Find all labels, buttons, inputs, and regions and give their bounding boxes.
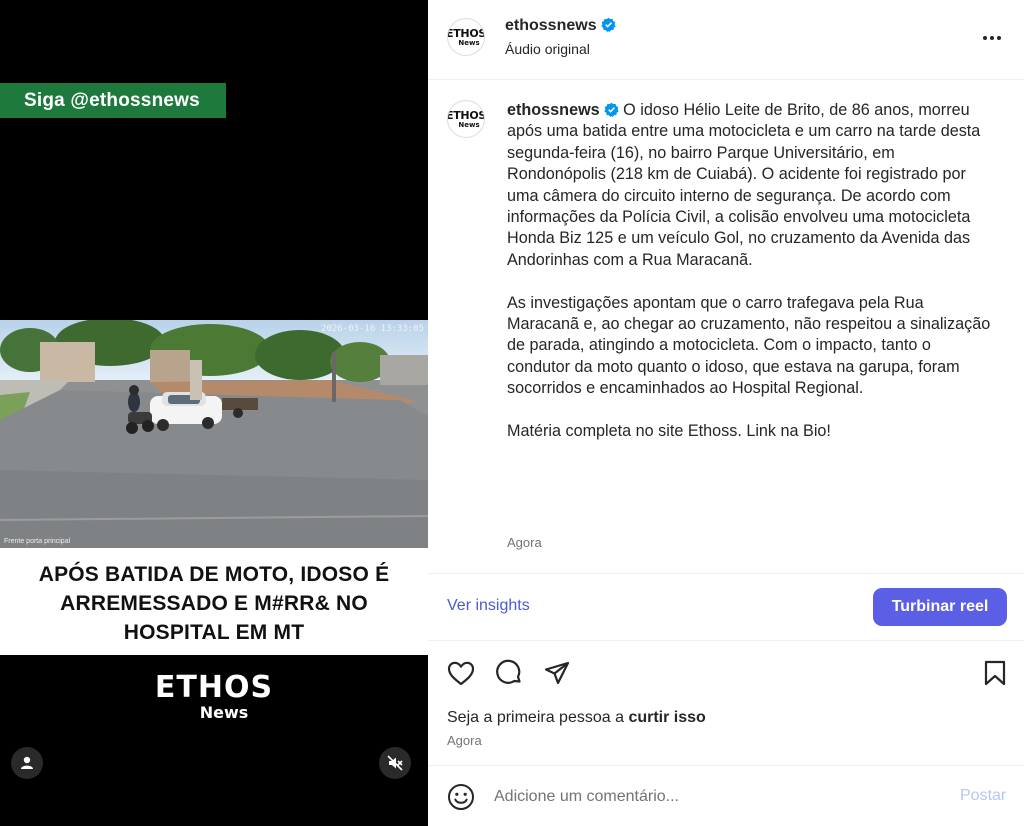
view-insights-link[interactable]: Ver insights — [447, 597, 530, 615]
bookmark-icon[interactable] — [980, 658, 1010, 688]
video-headline: APÓS BATIDA DE MOTO, IDOSO É ARREMESSADO… — [38, 563, 390, 644]
person-icon — [21, 756, 33, 769]
likes-summary: Seja a primeira pessoa a curtir isso — [447, 709, 706, 727]
post-panel: ETHOS News ethossnews Áudio original ETH… — [428, 0, 1024, 826]
caption-timestamp: Agora — [507, 535, 542, 550]
ethos-logo-text: ETHOS — [154, 670, 274, 705]
camera-label: Frente porta principal — [4, 538, 71, 545]
insights-bar: Ver insights Turbinar reel — [428, 574, 1024, 641]
caption-paragraph-2: As investigações apontam que o carro tra… — [507, 293, 991, 398]
comment-icon[interactable] — [494, 658, 524, 688]
header-username[interactable]: ethossnews — [505, 17, 616, 35]
more-options-button[interactable] — [980, 28, 1004, 48]
post-header: ETHOS News ethossnews Áudio original — [428, 0, 1024, 80]
follow-banner: Siga @ethossnews — [0, 83, 226, 118]
comment-bar: Postar — [428, 766, 1024, 826]
ethos-logo-subtext: News — [199, 703, 249, 722]
ethos-news-logo: ETHOS News — [0, 672, 428, 722]
speaker-muted-icon — [387, 755, 403, 771]
caption-text: ethossnews O idoso Hélio Leite de Brito,… — [507, 100, 997, 464]
boost-reel-button[interactable]: Turbinar reel — [873, 588, 1007, 626]
verified-badge-icon — [600, 17, 616, 32]
caption-paragraph-3: Matéria completa no site Ethoss. Link na… — [507, 422, 831, 441]
avatar-text: ETHOS — [447, 26, 485, 40]
header-username-text[interactable]: ethossnews — [505, 17, 597, 34]
video-headline-box: APÓS BATIDA DE MOTO, IDOSO É ARREMESSADO… — [0, 548, 428, 655]
avatar[interactable]: ETHOS News — [447, 18, 485, 56]
caption-avatar[interactable]: ETHOS News — [447, 100, 485, 138]
heart-icon[interactable] — [446, 658, 476, 688]
video-timestamp: 2026-03-16 13:33:05 — [321, 324, 424, 334]
street-scene-image — [0, 320, 428, 548]
like-this-link[interactable]: curtir isso — [628, 709, 705, 726]
more-dot — [990, 36, 994, 40]
avatar-subtext: News — [458, 38, 480, 47]
original-audio-link[interactable]: Áudio original — [505, 41, 590, 57]
more-options-icon — [983, 36, 987, 40]
tagged-people-button[interactable] — [11, 747, 43, 779]
share-icon[interactable] — [542, 658, 572, 688]
mute-toggle-button[interactable] — [379, 747, 411, 779]
avatar-subtext: News — [458, 120, 480, 129]
verified-badge-icon — [604, 102, 619, 117]
video-frame: 2026-03-16 13:33:05 Frente porta princip… — [0, 320, 428, 548]
caption-username[interactable]: ethossnews — [507, 101, 600, 119]
reel-video[interactable]: Siga @ethossnews 2026-03-16 13:33:05 Fre… — [0, 0, 428, 826]
post-timestamp: Agora — [447, 733, 482, 748]
caption-paragraph-1-text: O idoso Hélio Leite de Brito, de 86 anos… — [507, 101, 981, 269]
more-dot — [997, 36, 1001, 40]
caption-paragraph-1: ethossnews O idoso Hélio Leite de Brito,… — [507, 100, 997, 271]
post-comment-button[interactable]: Postar — [960, 787, 1006, 805]
likes-prefix: Seja a primeira pessoa a — [447, 709, 629, 726]
post-actions: Seja a primeira pessoa a curtir isso Ago… — [428, 641, 1024, 766]
comment-input[interactable] — [494, 785, 914, 809]
emoji-smiley-icon[interactable] — [446, 782, 476, 812]
avatar-text: ETHOS — [447, 108, 485, 122]
